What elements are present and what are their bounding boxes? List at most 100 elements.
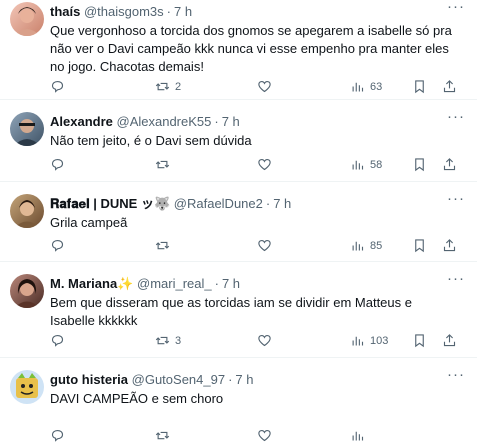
reply-item[interactable]: guto histeria @GutoSen4_97 · 7 h ··· DAVI …	[0, 358, 477, 445]
retweet-icon	[155, 431, 170, 440]
views-button[interactable]: 103	[350, 333, 388, 348]
views-button[interactable]: 85	[350, 238, 382, 253]
reply-item[interactable]: thaís @thaisgom3s · 7 h ··· Que vergonhoso…	[0, 0, 477, 100]
views-count: 103	[370, 334, 389, 347]
author-name[interactable]: M. Mariana	[50, 276, 117, 291]
views-button[interactable]: 63	[350, 79, 382, 94]
like-button[interactable]	[257, 428, 272, 443]
reply-button[interactable]	[50, 79, 70, 94]
like-icon	[258, 334, 271, 347]
bookmark-icon	[415, 80, 424, 94]
timestamp[interactable]: 7 h	[222, 276, 240, 291]
reply-icon	[51, 80, 64, 93]
action-bar: 3 103	[50, 333, 460, 351]
like-icon	[258, 429, 271, 442]
reply-text: Bem que disseram que as torcidas iam se …	[50, 295, 412, 328]
author-handle[interactable]: @thaisgom3s	[84, 4, 164, 19]
views-button[interactable]	[350, 428, 365, 443]
bookmark-button[interactable]	[412, 238, 427, 253]
reply-item[interactable]: Alexandre @AlexandreK55 · 7 h ··· Não tem …	[0, 100, 477, 182]
timestamp[interactable]: 7 h	[235, 372, 253, 387]
share-button[interactable]	[442, 79, 457, 94]
like-button[interactable]	[257, 333, 272, 348]
views-icon	[352, 82, 364, 92]
retweet-count: 3	[175, 334, 182, 347]
retweet-icon	[155, 336, 170, 345]
bookmark-button[interactable]	[412, 79, 427, 94]
retweet-icon	[155, 241, 170, 250]
reply-button[interactable]	[50, 428, 65, 443]
avatar[interactable]	[10, 274, 44, 308]
more-options-icon[interactable]: ···	[447, 191, 465, 206]
more-options-icon[interactable]: ···	[447, 109, 465, 124]
avatar[interactable]	[10, 2, 44, 36]
sparkle-badge-icon: ✨	[117, 276, 134, 291]
reply-button[interactable]	[50, 157, 70, 172]
more-options-icon[interactable]: ···	[447, 0, 465, 14]
bookmark-button[interactable]	[412, 157, 427, 172]
views-icon	[352, 160, 364, 170]
author-name[interactable]: guto histeria	[50, 372, 128, 387]
separator: ·	[214, 114, 219, 129]
author-name[interactable]: Alexandre	[50, 114, 113, 129]
views-icon	[352, 336, 364, 346]
share-button[interactable]	[442, 238, 457, 253]
separator: ·	[228, 372, 233, 387]
share-icon	[443, 239, 456, 252]
reply-icon	[51, 239, 64, 252]
timestamp[interactable]: 7 h	[174, 4, 192, 19]
retweet-button[interactable]	[155, 428, 170, 443]
reply-item[interactable]: 𝐑𝐚𝐟𝐚𝐞𝐥 | DUNE ッ🐺 @RafaelDune2 · 7 h ··· Gr…	[0, 182, 477, 262]
author-name[interactable]: thaís	[50, 4, 80, 19]
timestamp[interactable]: 7 h	[222, 114, 240, 129]
views-button[interactable]: 58	[350, 157, 382, 172]
more-options-icon[interactable]: ···	[447, 271, 465, 286]
timestamp[interactable]: 7 h	[273, 196, 291, 211]
action-bar: 85	[50, 238, 460, 256]
views-count: 85	[370, 239, 383, 252]
like-button[interactable]	[257, 157, 272, 172]
share-button[interactable]	[442, 157, 457, 172]
more-options-icon[interactable]: ···	[447, 367, 465, 382]
avatar[interactable]	[10, 194, 44, 228]
separator: ·	[265, 196, 271, 211]
like-button[interactable]	[257, 79, 272, 94]
reply-button[interactable]	[50, 333, 70, 348]
author-handle[interactable]: @mari_real_	[137, 276, 212, 291]
author-name[interactable]: 𝐑𝐚𝐟𝐚𝐞𝐥 | DUNE ッ🐺	[50, 196, 170, 211]
like-icon	[258, 239, 271, 252]
bookmark-icon	[415, 239, 424, 253]
views-icon	[352, 241, 364, 251]
share-icon	[443, 334, 456, 347]
retweet-button[interactable]: 3	[155, 333, 181, 348]
author-handle[interactable]: @GutoSen4_97	[132, 372, 225, 387]
author-handle[interactable]: @RafaelDune2	[174, 196, 263, 211]
share-icon	[443, 80, 456, 93]
retweet-button[interactable]	[155, 238, 175, 253]
share-icon	[443, 158, 456, 171]
reply-text: Não tem jeito, é o Davi sem dúvida	[50, 133, 252, 148]
bookmark-icon	[415, 334, 424, 348]
share-button[interactable]	[442, 333, 457, 348]
like-icon	[258, 158, 271, 171]
reply-icon	[51, 158, 64, 171]
reply-text: DAVI CAMPEÃO e sem choro	[50, 391, 224, 406]
retweet-icon	[155, 82, 170, 91]
action-bar: 2 63	[50, 79, 460, 97]
author-handle[interactable]: @AlexandreK55	[117, 114, 212, 129]
retweet-count: 2	[175, 80, 182, 93]
views-icon	[352, 431, 364, 441]
separator: ·	[166, 4, 171, 19]
reply-item[interactable]: M. Mariana✨ @mari_real_ · 7 h ··· Bem que …	[0, 262, 477, 358]
reply-text: Grila campeã	[50, 215, 128, 230]
retweet-button[interactable]: 2	[155, 79, 181, 94]
reply-button[interactable]	[50, 238, 70, 253]
bookmark-button[interactable]	[412, 333, 427, 348]
like-button[interactable]	[257, 238, 272, 253]
reply-icon	[51, 334, 64, 347]
avatar[interactable]	[10, 112, 44, 146]
views-count: 58	[370, 158, 383, 171]
retweet-button[interactable]	[155, 157, 175, 172]
bookmark-icon	[415, 158, 424, 172]
avatar[interactable]	[10, 370, 44, 404]
